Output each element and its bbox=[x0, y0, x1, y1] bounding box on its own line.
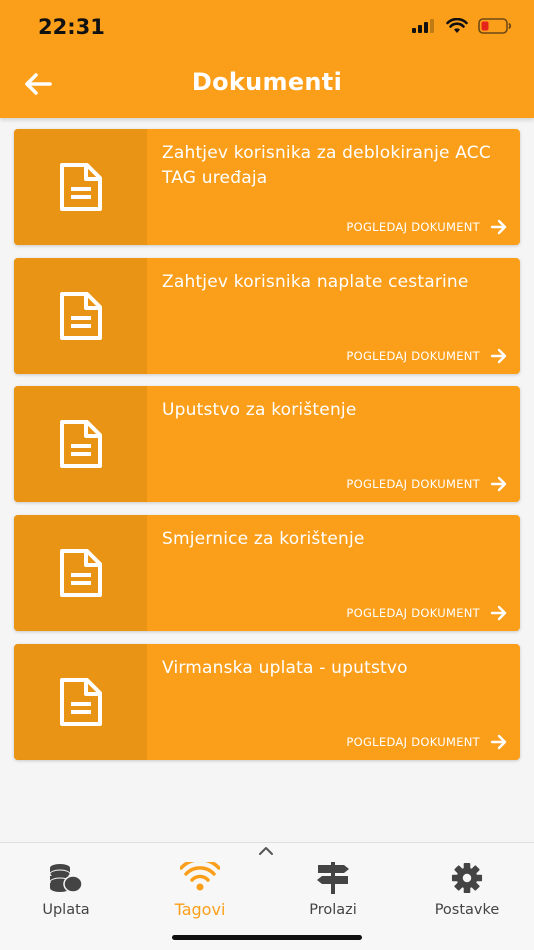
view-document-button[interactable]: POGLEDAJ DOKUMENT bbox=[346, 605, 508, 621]
tab-uplata[interactable]: Uplata bbox=[11, 862, 121, 918]
document-icon bbox=[59, 677, 102, 726]
view-document-label: POGLEDAJ DOKUMENT bbox=[346, 606, 480, 621]
page-title: Dokumenti bbox=[191, 68, 343, 96]
document-list: Zahtjev korisnika za deblokiranje ACC TA… bbox=[14, 129, 520, 772]
gear-icon bbox=[451, 862, 483, 894]
arrow-right-icon bbox=[490, 348, 507, 363]
view-document-button[interactable]: POGLEDAJ DOKUMENT bbox=[346, 476, 508, 492]
tab-label: Prolazi bbox=[309, 902, 357, 918]
view-document-label: POGLEDAJ DOKUMENT bbox=[346, 734, 480, 749]
status-time: 22:31 bbox=[38, 15, 105, 39]
coins-icon bbox=[49, 864, 83, 893]
document-icon bbox=[59, 549, 102, 598]
tab-postavke[interactable]: Postavke bbox=[412, 862, 522, 918]
battery-icon bbox=[478, 18, 512, 34]
document-title: Virmanska uplata - uputstvo bbox=[162, 657, 408, 678]
view-document-label: POGLEDAJ DOKUMENT bbox=[346, 348, 480, 363]
status-bar: 22:31 bbox=[0, 0, 534, 52]
document-icon-area bbox=[14, 515, 147, 632]
document-icon bbox=[59, 420, 102, 469]
document-icon-area bbox=[14, 386, 147, 503]
document-card[interactable]: Zahtjev korisnika za deblokiranje ACC TA… bbox=[14, 129, 520, 245]
chevron-up-icon[interactable] bbox=[258, 846, 274, 856]
document-title: Zahtjev korisnika za deblokiranje ACC TA… bbox=[162, 143, 491, 188]
signal-icon bbox=[412, 19, 434, 33]
status-icons bbox=[412, 18, 512, 34]
document-icon-area bbox=[14, 257, 147, 374]
arrow-right-icon bbox=[490, 477, 507, 492]
document-card[interactable]: Virmanska uplata - uputstvo POGLEDAJ DOK… bbox=[14, 643, 520, 760]
view-document-button[interactable]: POGLEDAJ DOKUMENT bbox=[346, 348, 508, 364]
arrow-right-icon bbox=[490, 605, 507, 621]
app-header: 22:31 Dokumenti bbox=[0, 0, 534, 118]
view-document-label: POGLEDAJ DOKUMENT bbox=[346, 477, 480, 492]
document-card[interactable]: Uputstvo za korištenje POGLEDAJ DOKUMENT bbox=[14, 386, 520, 503]
tab-prolazi[interactable]: Prolazi bbox=[278, 862, 388, 918]
view-document-label: POGLEDAJ DOKUMENT bbox=[346, 220, 480, 234]
arrow-right-icon bbox=[490, 219, 507, 235]
document-card[interactable]: Zahtjev korisnika naplate cestarine POGL… bbox=[14, 257, 520, 374]
document-title: Uputstvo za korištenje bbox=[162, 400, 357, 421]
tab-label: Tagovi bbox=[174, 900, 226, 919]
home-indicator bbox=[172, 935, 362, 940]
document-card[interactable]: Smjernice za korištenje POGLEDAJ DOKUMEN… bbox=[14, 515, 520, 632]
arrow-right-icon bbox=[490, 734, 507, 749]
document-title: Zahtjev korisnika naplate cestarine bbox=[162, 271, 469, 292]
view-document-button[interactable]: POGLEDAJ DOKUMENT bbox=[346, 219, 508, 235]
wifi-status-icon bbox=[446, 18, 468, 33]
document-icon-area bbox=[14, 129, 147, 245]
tab-tagovi[interactable]: Tagovi bbox=[145, 858, 255, 919]
tab-label: Uplata bbox=[42, 902, 90, 918]
document-icon-area bbox=[14, 643, 147, 760]
document-title: Smjernice za korištenje bbox=[162, 529, 365, 550]
document-icon bbox=[59, 291, 102, 340]
view-document-button[interactable]: POGLEDAJ DOKUMENT bbox=[346, 734, 508, 750]
wifi-icon bbox=[179, 858, 221, 891]
document-icon bbox=[59, 163, 102, 211]
tab-label: Postavke bbox=[434, 902, 500, 918]
signpost-icon bbox=[317, 862, 349, 894]
